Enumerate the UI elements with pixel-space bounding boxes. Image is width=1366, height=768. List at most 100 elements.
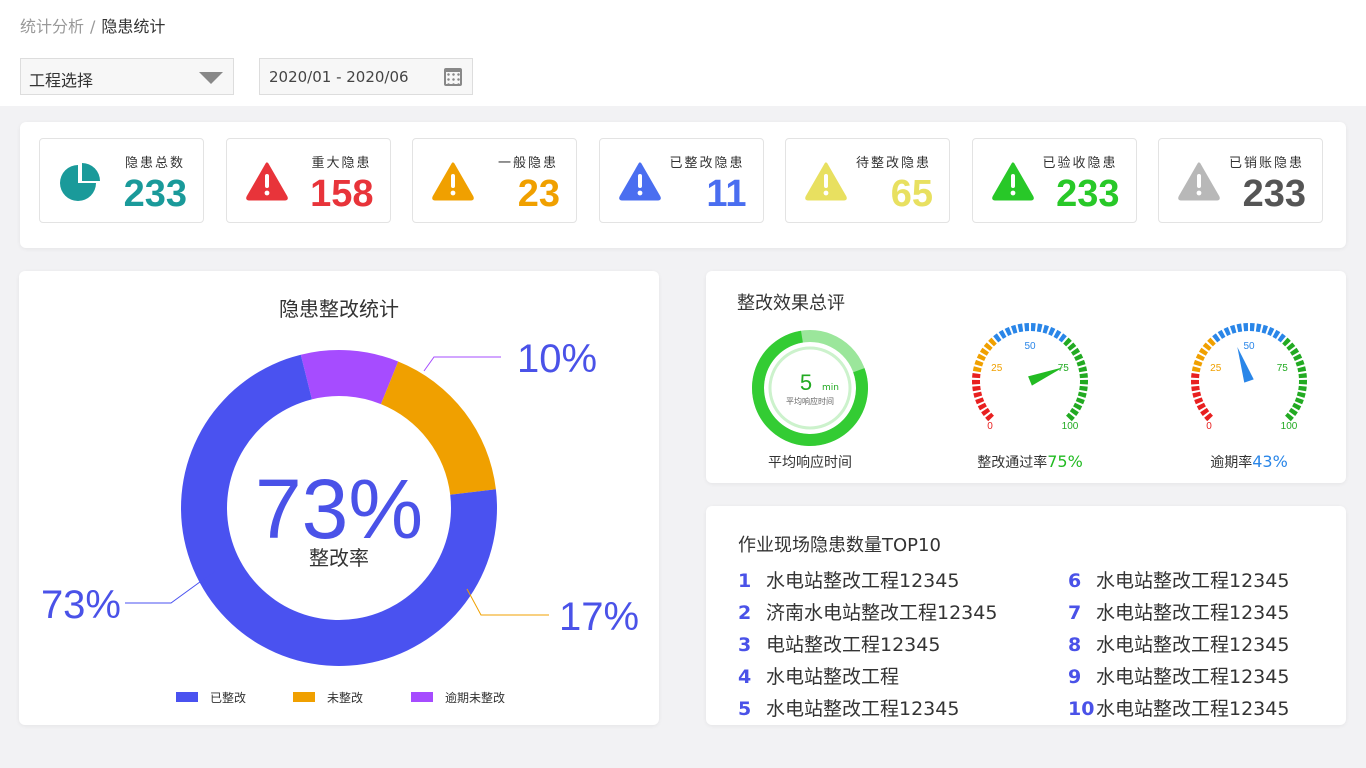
legend-swatch xyxy=(411,692,433,702)
stat-card[interactable]: 重大隐患 158 xyxy=(225,138,391,223)
overdue-gauge-arc-segment xyxy=(1195,353,1205,362)
pass-gauge-arc-segment xyxy=(1078,366,1088,373)
overdue-gauge-arc-segment xyxy=(1223,326,1231,337)
overdue-gauge-arc-segment xyxy=(1292,402,1302,411)
pass-rate-value: 75% xyxy=(1047,452,1083,471)
pass-gauge-arc-segment xyxy=(1053,329,1062,339)
pass-gauge-arc-segment xyxy=(974,359,984,367)
date-range-value: 2020/01 - 2020/06 xyxy=(269,68,409,86)
rank-number: 2 xyxy=(738,602,752,624)
list-item[interactable]: 9 水电站整改工程12345 xyxy=(1068,662,1289,689)
list-item[interactable]: 1 水电站整改工程12345 xyxy=(738,566,959,593)
calendar-icon[interactable] xyxy=(444,68,462,86)
stat-label: 待整改隐患 xyxy=(855,156,931,171)
pass-gauge-arc-segment xyxy=(1067,342,1077,351)
stat-value: 11 xyxy=(706,173,747,215)
stat-label: 已整改隐患 xyxy=(669,156,745,171)
stat-card[interactable]: 隐患总数 233 xyxy=(39,138,204,223)
overdue-gauge-arc-segment xyxy=(1277,333,1286,343)
stat-card[interactable]: 已验收隐患 233 xyxy=(971,138,1137,223)
overdue-gauge-arc-segment xyxy=(1191,385,1200,392)
pass-gauge-arc-segment xyxy=(1079,385,1088,392)
overdue-gauge-arc-segment xyxy=(1194,397,1204,405)
pass-gauge-arc-segment xyxy=(973,391,983,398)
warning-icon xyxy=(431,161,475,201)
rank-number: 6 xyxy=(1068,570,1082,592)
pass-gauge-arc-segment xyxy=(972,385,981,392)
project-name: 水电站整改工程 xyxy=(766,666,900,688)
list-item[interactable]: 3 电站整改工程12345 xyxy=(738,630,940,657)
breadcrumb-current: 隐患统计 xyxy=(101,17,166,36)
legend-label[interactable]: 逾期未整改 xyxy=(445,690,505,705)
pass-rate-caption: 整改通过率 xyxy=(977,455,1048,471)
overdue-gauge-needle xyxy=(1237,346,1254,383)
list-item[interactable]: 10水电站整改工程12345 xyxy=(1068,694,1289,721)
project-select[interactable]: 工程选择 xyxy=(20,58,234,95)
list-item[interactable]: 5 水电站整改工程12345 xyxy=(738,694,959,721)
overdue-rate-value: 43% xyxy=(1252,452,1288,471)
breadcrumb: 统计分析 / 隐患统计 xyxy=(20,13,165,37)
date-range-picker[interactable]: 2020/01 - 2020/06 xyxy=(259,58,473,95)
overdue-gauge-tick-label: 75 xyxy=(1277,363,1289,374)
overdue-gauge-arc-segment xyxy=(1200,407,1210,417)
overdue-gauge-arc-segment xyxy=(1198,347,1209,356)
stat-card[interactable]: 已整改隐患 11 xyxy=(598,138,764,223)
response-time-sub: 平均响应时间 xyxy=(786,396,834,406)
overdue-gauge-arc-segment xyxy=(1297,366,1307,373)
stat-card[interactable]: 待整改隐患 65 xyxy=(785,138,950,223)
pass-gauge-arc-segment xyxy=(981,407,991,417)
rank-number: 5 xyxy=(738,698,752,720)
legend-label[interactable]: 未整改 xyxy=(327,690,363,705)
pass-gauge-arc-segment xyxy=(1004,326,1012,337)
stat-label: 一般隐患 xyxy=(497,156,558,171)
pass-gauge-arc-segment xyxy=(976,353,986,362)
pass-gauge-arc-segment xyxy=(1058,333,1067,343)
pass-gauge-arc-segment xyxy=(985,412,995,422)
project-name: 电站整改工程12345 xyxy=(766,634,941,656)
overdue-gauge-arc-segment xyxy=(1267,326,1275,337)
callout-undone-leader xyxy=(466,588,549,616)
stat-card[interactable]: 一般隐患 23 xyxy=(412,138,577,223)
overdue-gauge-arc-segment xyxy=(1229,324,1237,334)
overdue-gauge-tick-label: 50 xyxy=(1243,341,1255,352)
pass-gauge-arc-segment xyxy=(983,342,993,351)
list-item[interactable]: 7 水电站整改工程12345 xyxy=(1068,598,1289,625)
rank-number: 9 xyxy=(1068,666,1082,688)
list-item[interactable]: 8 水电站整改工程12345 xyxy=(1068,630,1289,657)
project-name: 水电站整改工程12345 xyxy=(1096,666,1290,688)
rank-number: 8 xyxy=(1068,634,1082,656)
top-bar: 统计分析 / 隐患统计 工程选择 2020/01 - 2020/06 xyxy=(0,0,1366,106)
overdue-gauge-arc-segment xyxy=(1293,353,1303,362)
overdue-rate-label: 逾期率43% xyxy=(1169,452,1329,472)
stat-card[interactable]: 已销账隐患 233 xyxy=(1158,138,1323,223)
callout-undone: 17% xyxy=(559,595,639,639)
pass-gauge-arc-segment xyxy=(1075,397,1085,405)
center-rate-label: 整改率 xyxy=(309,546,369,570)
pass-gauge-arc-segment xyxy=(1010,324,1018,334)
donut-slice-overdue[interactable] xyxy=(300,350,399,405)
stat-value: 65 xyxy=(890,173,933,215)
legend-label[interactable]: 已整改 xyxy=(210,690,246,705)
stat-label: 已销账隐患 xyxy=(1228,156,1304,171)
overdue-gauge-arc-segment xyxy=(1288,407,1298,417)
list-item[interactable]: 2 济南水电站整改工程12345 xyxy=(738,598,997,625)
pie-chart-icon xyxy=(58,161,102,201)
pass-gauge-arc-segment xyxy=(1077,391,1087,398)
pass-gauge-arc-segment xyxy=(1073,402,1083,411)
pass-gauge-arc-segment xyxy=(1074,353,1084,362)
overdue-gauge-arc-segment xyxy=(1204,412,1214,422)
legend-swatch xyxy=(176,692,198,702)
overdue-gauge-arc-segment xyxy=(1298,385,1307,392)
rank-number: 10 xyxy=(1068,698,1095,720)
project-select-value: 工程选择 xyxy=(29,71,94,90)
donut-chart: 73%整改率10%17%73%已整改 未整改 逾期未整改 xyxy=(41,337,639,705)
breadcrumb-parent[interactable]: 统计分析 xyxy=(20,17,84,36)
pass-gauge-arc-segment xyxy=(1076,359,1086,367)
pass-gauge-arc-segment xyxy=(993,333,1002,343)
stat-value: 233 xyxy=(1242,173,1306,215)
list-item[interactable]: 4 水电站整改工程 xyxy=(738,662,899,689)
overdue-gauge-arc-segment xyxy=(1295,359,1305,367)
overdue-gauge-arc-segment xyxy=(1284,412,1294,422)
list-item[interactable]: 6 水电站整改工程12345 xyxy=(1068,566,1289,593)
response-time-unit: min xyxy=(822,383,839,393)
